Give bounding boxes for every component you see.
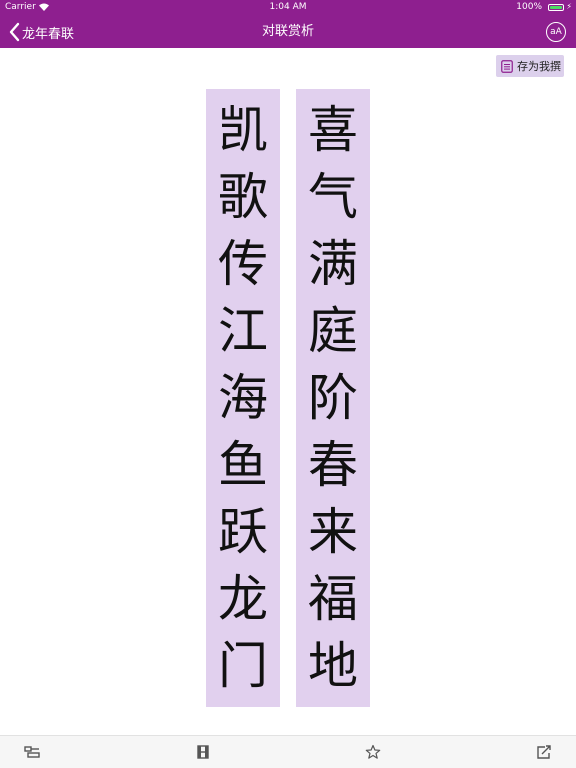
couplet-char: 龙: [218, 570, 268, 628]
couplet-char: 海: [218, 369, 268, 427]
couplet-char: 地: [308, 637, 358, 695]
couplet-char: 庭: [308, 302, 358, 360]
share-icon[interactable]: [536, 744, 552, 760]
bottom-toolbar: [0, 735, 576, 768]
couplet-left-scroll: 凯 歌 传 江 海 鱼 跃 龙 门: [206, 89, 280, 707]
font-size-button[interactable]: aA: [546, 22, 566, 42]
battery-percent: 100%: [516, 2, 542, 12]
list-icon[interactable]: [24, 744, 40, 760]
font-size-icon: aA: [550, 27, 562, 37]
save-to-mine-button[interactable]: 存为我撰: [496, 55, 564, 77]
back-label: 龙年春联: [22, 26, 75, 42]
couplet-char: 满: [308, 235, 358, 293]
page-title: 对联赏析: [261, 24, 314, 39]
document-icon: [501, 59, 513, 73]
chevron-left-icon: [9, 22, 20, 42]
couplet-char: 来: [308, 503, 358, 561]
back-button[interactable]: 龙年春联: [8, 16, 74, 48]
film-icon[interactable]: [195, 744, 211, 760]
status-time: 1:04 AM: [269, 2, 307, 12]
charging-icon: ⚡: [566, 2, 572, 11]
couplet-char: 阶: [308, 369, 358, 427]
status-bar: Carrier 1:04 AM 100% ⚡: [0, 0, 576, 16]
star-icon[interactable]: [365, 744, 381, 760]
couplet-char: 气: [308, 168, 358, 226]
couplet-char: 福: [308, 570, 358, 628]
couplet-right-scroll: 喜 气 满 庭 阶 春 来 福 地: [296, 89, 370, 707]
couplet-char: 鱼: [218, 436, 268, 494]
nav-bar: 龙年春联 对联赏析 aA: [0, 16, 576, 48]
couplet-char: 春: [308, 436, 358, 494]
couplet-char: 歌: [218, 168, 268, 226]
couplet-char: 跃: [218, 503, 268, 561]
battery-icon: [548, 4, 564, 11]
couplet-char: 凯: [218, 101, 268, 159]
couplet-char: 喜: [308, 101, 358, 159]
couplet-char: 江: [218, 302, 268, 360]
save-label: 存为我撰: [517, 60, 561, 73]
couplet-char: 门: [218, 637, 268, 695]
couplet-char: 传: [218, 235, 268, 293]
